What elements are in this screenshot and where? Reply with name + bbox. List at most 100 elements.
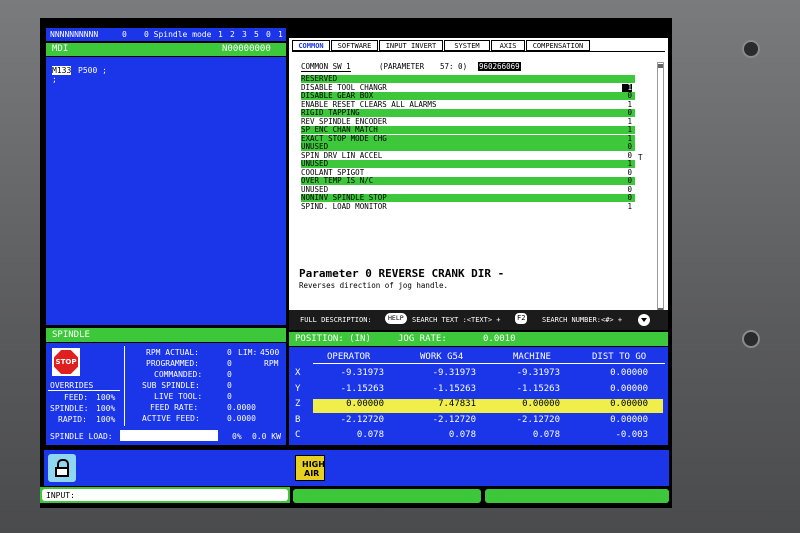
parameter-row-value: 1 <box>627 159 632 168</box>
help-key[interactable]: HELP <box>385 313 407 324</box>
programmed-label: PROGRAMMED: <box>146 359 199 368</box>
param-scrollbar[interactable] <box>657 62 664 314</box>
parameter-row-value: 0 <box>627 193 632 202</box>
feed-rate-value: 0.0000 <box>227 403 256 412</box>
position-value: -2.12720 <box>516 414 560 425</box>
col-machine: MACHINE <box>513 352 551 362</box>
rpm-unit: RPM <box>264 359 279 368</box>
search-number-label: SEARCH NUMBER:<#> + <box>542 316 623 324</box>
mdi-title: MDI <box>52 44 69 54</box>
position-title: POSITION: (IN) <box>295 334 371 344</box>
active-feed-value: 0.0000 <box>227 414 256 423</box>
tab-input-invert[interactable]: INPUT INVERT <box>379 40 443 51</box>
program-number: N00000000 <box>222 44 271 54</box>
parameter-row-value: 0 <box>627 108 632 117</box>
tab-divider <box>292 51 665 52</box>
overrides-label: OVERRIDES <box>50 381 94 390</box>
jog-rate-label: JOG RATE: <box>398 334 447 344</box>
rapid-override-label: RAPID: <box>58 415 87 424</box>
down-arrow-icon[interactable] <box>638 314 650 326</box>
sub-spindle-value: 0 <box>227 381 232 390</box>
commanded-value: 0 <box>227 370 232 379</box>
scroll-up-icon[interactable] <box>658 64 663 68</box>
spindle-override-label: SPINDLE: <box>50 404 89 413</box>
tab-axis[interactable]: AXIS <box>491 40 525 51</box>
spindle-override-value: 100% <box>96 404 116 413</box>
tab-software[interactable]: SOFTWARE <box>331 40 378 51</box>
position-value: 0.00000 <box>610 399 648 409</box>
position-value: 0.078 <box>356 430 384 440</box>
mdi-line-2: ; <box>52 75 57 84</box>
axis-label: X <box>295 368 301 378</box>
stop-icon-frame[interactable]: STOP <box>52 348 80 376</box>
full-description-label: FULL DESCRIPTION: <box>300 316 372 324</box>
feed-override-value: 100% <box>96 393 116 402</box>
high-air-label-2: AIR <box>304 469 320 478</box>
parameter-row[interactable]: SPIND. LOAD MONITOR <box>301 201 635 211</box>
active-feed-label: ACTIVE FEED: <box>142 414 200 423</box>
position-value: 7.47831 <box>438 399 476 409</box>
position-value: 0.00000 <box>610 368 648 378</box>
high-air-button[interactable]: HIGH AIR <box>295 455 325 481</box>
live-tool-label: LIVE TOOL: <box>154 392 203 401</box>
param-desc-text: Reverses direction of jog handle. <box>299 281 449 290</box>
search-text-label: SEARCH TEXT :<TEXT> + <box>412 316 501 324</box>
screw <box>742 330 760 348</box>
cursor-mark: T <box>638 153 643 162</box>
position-value: -1.15263 <box>340 383 384 394</box>
position-value: -0.003 <box>615 430 648 440</box>
position-value: 0.078 <box>448 430 476 440</box>
axis-label: Z <box>295 399 301 409</box>
mode-4: 5 <box>254 30 259 39</box>
param-header-value: 960266069 <box>478 62 521 71</box>
mdi-line: P500 ; <box>78 66 107 75</box>
lock-icon-body <box>55 467 69 477</box>
param-header-number: 57: 0) <box>440 62 468 71</box>
tab-common[interactable]: COMMON <box>292 40 330 51</box>
mdi-cursor-code: M133 <box>52 66 72 75</box>
position-value: 0.00000 <box>522 399 560 409</box>
parameter-row-value: 1 <box>627 125 632 134</box>
position-value: 0.00000 <box>610 414 648 425</box>
spindle-load-label: SPINDLE LOAD: <box>50 432 113 441</box>
commanded-label: COMMANDED: <box>154 370 203 379</box>
position-value: -9.31973 <box>516 368 560 378</box>
lock-button[interactable] <box>48 454 76 482</box>
input-field[interactable] <box>42 489 288 501</box>
parameter-row-value: 1 <box>627 201 632 211</box>
spindle-mode-label: 0 Spindle mode <box>144 30 212 39</box>
parameter-row[interactable]: OVER TEMP IS N/C <box>301 177 635 185</box>
overrides-underline <box>48 390 120 391</box>
parameter-row[interactable]: SPIN DRV LIN ACCEL <box>301 151 635 160</box>
mdi-editor[interactable] <box>46 57 286 325</box>
spindle-divider <box>124 346 125 426</box>
live-tool-value: 0 <box>227 392 232 401</box>
message-bar <box>293 489 481 503</box>
axis-label: B <box>295 414 301 425</box>
col-work-g54: WORK G54 <box>420 352 464 362</box>
parameter-row-value: 0 <box>627 91 632 100</box>
position-value: -1.15263 <box>432 383 476 394</box>
axis-label: C <box>295 430 301 440</box>
tab-compensation[interactable]: COMPENSATION <box>526 40 590 51</box>
position-value: 0.00000 <box>610 383 648 394</box>
position-value: -2.12720 <box>340 414 384 425</box>
bottom-toolbar <box>44 450 669 486</box>
alarm-bar <box>485 489 669 503</box>
mode-3: 3 <box>242 30 247 39</box>
rpm-actual-value: 0 <box>227 348 232 357</box>
spindle-load-bar <box>120 430 218 441</box>
mode-1: 1 <box>218 30 223 39</box>
tab-system[interactable]: SYSTEM <box>444 40 490 51</box>
param-desc-title: Parameter 0 REVERSE CRANK DIR - <box>299 267 505 280</box>
param-header-label: COMMON SW 1 <box>301 62 351 72</box>
lim-label: LIM: <box>238 348 258 357</box>
parameter-row-label: SPIND. LOAD MONITOR <box>301 201 387 211</box>
feed-rate-label: FEED RATE: <box>150 403 199 412</box>
mode-6: 1 <box>278 30 283 39</box>
f2-key[interactable]: F2 <box>515 313 528 324</box>
parameter-row-value: 0 <box>627 142 632 151</box>
feed-override-label: FEED: <box>64 393 89 402</box>
position-value: 0.078 <box>532 430 560 440</box>
parameter-row[interactable]: EXACT STOP MODE CHG <box>301 134 635 143</box>
